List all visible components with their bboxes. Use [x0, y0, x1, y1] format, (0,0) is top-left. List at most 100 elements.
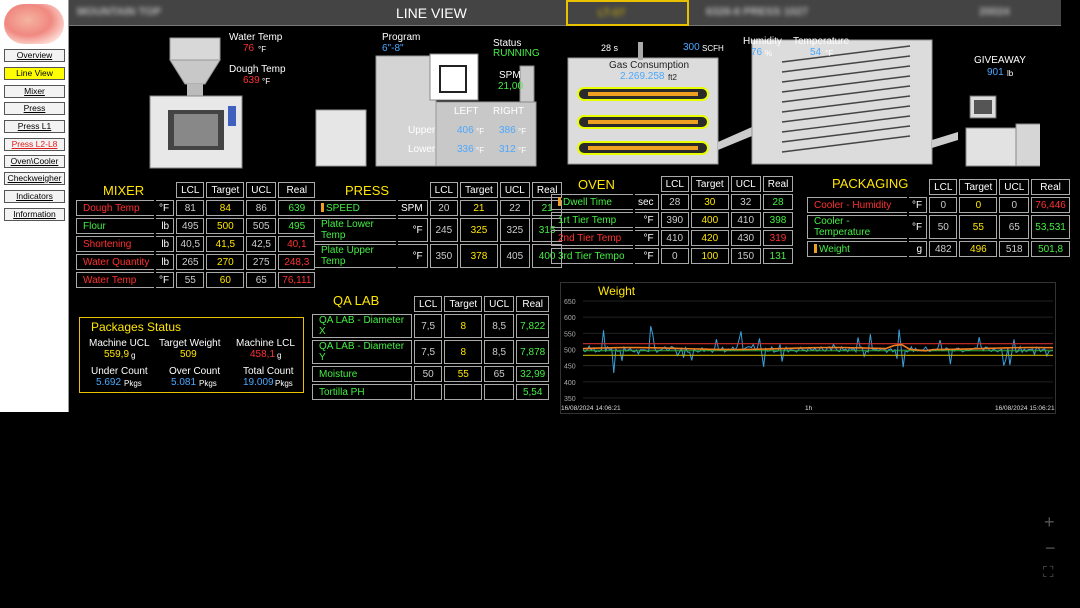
table-row: Water Quantity lb 265 270 275 248,3 [76, 254, 316, 270]
ucl-cell: 65 [246, 272, 277, 288]
table-row: Plate Lower Temp °F 245 325 325 315 [314, 218, 563, 242]
nav-mixer[interactable]: Mixer [4, 85, 65, 98]
col-header: LCL [176, 182, 205, 198]
row-label: Plate Upper Temp [314, 244, 396, 268]
row-label: Flour [76, 218, 154, 234]
real-cell: 5,54 [516, 384, 550, 400]
row-unit: °F [909, 215, 928, 239]
col-header: LCL [429, 182, 459, 198]
table-row: Plate Upper Temp °F 350 378 405 400 [314, 244, 563, 268]
right-label: RIGHT [493, 106, 525, 117]
total-count-unit: Pkgs [275, 379, 293, 388]
nav-overview[interactable]: Overview [4, 49, 65, 62]
real-cell: 131 [762, 248, 794, 264]
col-header: Real [762, 176, 794, 192]
target-cell: 8 [444, 340, 483, 364]
alarm-marker-icon [321, 202, 324, 212]
target-cell: 41,5 [206, 236, 245, 252]
real-cell: 40,1 [278, 236, 316, 252]
row-unit: °F [398, 218, 428, 242]
col-header: Target [959, 179, 998, 195]
giveaway-label: GIVEAWAY [974, 55, 1026, 66]
fit-screen-icon[interactable]: ⛶ [1043, 564, 1054, 581]
zoom-in-icon[interactable]: + [1044, 512, 1055, 533]
product-code: 20024 [979, 6, 1010, 18]
over-count-label: Over Count [169, 366, 221, 377]
lower-right-value: 312 [499, 144, 516, 155]
ucl-cell: 410 [730, 212, 761, 228]
y-tick-label: 600 [564, 315, 576, 322]
water-temp-label: Water Temp [229, 32, 283, 43]
weight-chart-svg: Weight 650 600 550 500 450 400 350 16/08/2024 14… [561, 284, 1055, 412]
upper-right-unit: °F [518, 127, 527, 136]
weight-chart: Weight 650 600 550 500 450 400 350 16/08/2024 14… [560, 282, 1056, 414]
row-unit: °F [635, 230, 659, 246]
lcl-cell: 495 [176, 218, 205, 234]
lcl-cell: 81 [176, 200, 205, 216]
lcl-cell: 482 [929, 241, 958, 257]
ucl-cell: 86 [246, 200, 277, 216]
ucl-cell: 275 [246, 254, 277, 270]
nav-press-l2-l8[interactable]: Press L2-L8 [4, 138, 65, 151]
machine-ucl-value: 559,9 [104, 349, 130, 360]
nav-line-view[interactable]: Line View [4, 67, 65, 80]
lcl-cell: 40,5 [176, 236, 205, 252]
row-unit: SPM [398, 200, 428, 216]
ucl-cell: 150 [730, 248, 761, 264]
nav-indicators[interactable]: Indicators [4, 190, 65, 203]
nav-checkweigher[interactable]: Checkweigher [4, 172, 65, 185]
lcl-cell: 265 [176, 254, 205, 270]
under-count-label: Under Count [91, 366, 148, 377]
lcl-cell: 245 [429, 218, 459, 242]
y-tick-label: 350 [564, 396, 576, 403]
alarm-marker-icon [558, 196, 561, 206]
table-row: Dough Temp °F 81 84 86 639 [76, 200, 316, 216]
row-unit: sec [635, 194, 659, 210]
gas-flow-unit: SCFH [702, 44, 724, 53]
lcl-cell: 7,5 [414, 314, 443, 338]
table-row: QA LAB - Diameter X 7,5 8 8,5 7,822 [312, 314, 550, 338]
row-label: Cooler - Humidity [807, 197, 907, 213]
table-row: Weight g 482 496 518 501,8 [807, 241, 1070, 257]
col-header: LCL [414, 296, 443, 312]
line-illustration [149, 37, 1040, 169]
table-row: QA LAB - Diameter Y 7,5 8 8,5 7,878 [312, 340, 550, 364]
nav-information[interactable]: Information [4, 208, 65, 221]
nav-press-l1[interactable]: Press L1 [4, 120, 65, 133]
nav-press[interactable]: Press [4, 102, 65, 115]
target-cell: 60 [206, 272, 245, 288]
ucl-cell [484, 384, 515, 400]
row-unit: lb [156, 254, 175, 270]
lcl-cell: 50 [414, 366, 443, 382]
lcl-cell: 0 [929, 197, 958, 213]
shift-indicator: LT-07 [566, 0, 689, 26]
col-header: LCL [929, 179, 958, 195]
real-cell: 53,531 [1031, 215, 1070, 239]
y-tick-label: 500 [564, 348, 576, 355]
zoom-out-icon[interactable]: − [1045, 538, 1056, 559]
upper-left-unit: °F [476, 127, 485, 136]
x-end-label: 16/08/2024 15:06:21 [995, 405, 1055, 412]
target-cell: 100 [690, 248, 729, 264]
giveaway-value: 901 [987, 67, 1004, 78]
col-header: UCL [730, 176, 761, 192]
machine-lcl-unit: g [277, 351, 282, 360]
row-label: Water Quantity [76, 254, 154, 270]
ucl-cell: 22 [499, 200, 530, 216]
target-cell: 400 [690, 212, 729, 228]
machine-ucl-unit: g [131, 351, 136, 360]
row-label: QA LAB - Diameter Y [312, 340, 412, 364]
qalab-table: LCL Target UCL Real QA LAB - Diameter X 7,5 8 8… [310, 294, 551, 402]
target-cell: 8 [444, 314, 483, 338]
lcl-cell: 20 [429, 200, 459, 216]
status-value: RUNNING [493, 48, 540, 59]
gas-flow-value: 300 [683, 42, 700, 53]
lcl-cell: 50 [929, 215, 958, 239]
nav-oven-cooler[interactable]: Oven\Cooler [4, 155, 65, 168]
row-label: Moisture [312, 366, 412, 382]
target-weight-value: 509 [180, 349, 197, 360]
spm-label: SPM [499, 70, 521, 81]
real-cell: 76,111 [278, 272, 316, 288]
col-header: UCL [499, 182, 530, 198]
upper-label: Upper [408, 125, 436, 136]
